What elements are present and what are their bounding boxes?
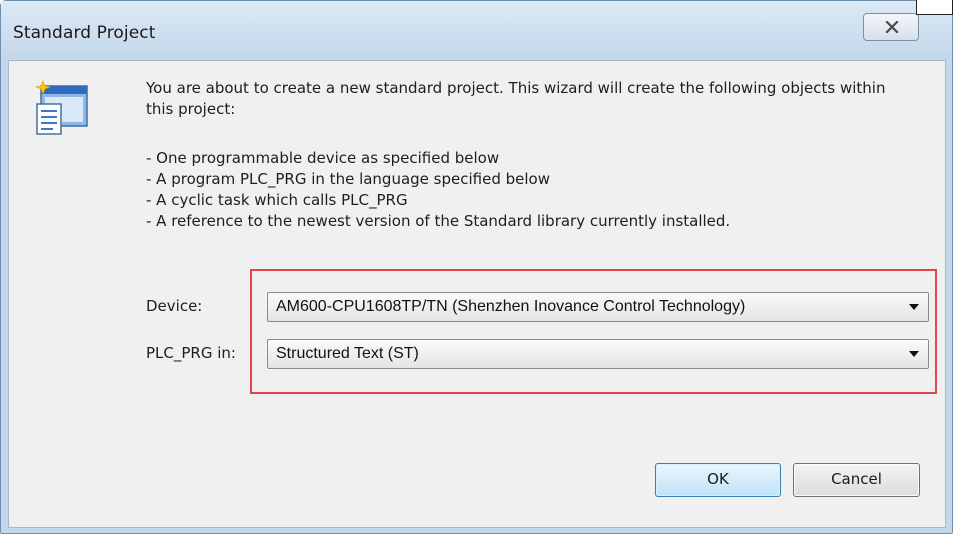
list-item: - A reference to the newest version of t… bbox=[146, 212, 731, 230]
dropdown-arrow-icon[interactable] bbox=[909, 304, 919, 310]
list-item: - One programmable device as specified b… bbox=[146, 149, 500, 167]
wizard-description: You are about to create a new standard p… bbox=[146, 79, 886, 118]
plc-prg-language-select[interactable]: Structured Text (ST) bbox=[267, 339, 929, 369]
list-item: - A program PLC_PRG in the language spec… bbox=[146, 170, 550, 188]
ok-button[interactable]: OK bbox=[655, 463, 781, 497]
plc-prg-language-value: Structured Text (ST) bbox=[276, 345, 419, 362]
corner-frame bbox=[916, 0, 953, 15]
dialog-body: You are about to create a new standard p… bbox=[8, 60, 946, 528]
device-label: Device: bbox=[146, 297, 203, 315]
close-button[interactable] bbox=[863, 13, 919, 41]
device-value: AM600-CPU1608TP/TN (Shenzhen Inovance Co… bbox=[276, 298, 746, 315]
title-bar[interactable]: Standard Project bbox=[1, 1, 952, 61]
highlight-box bbox=[250, 269, 937, 394]
plc-prg-label: PLC_PRG in: bbox=[146, 344, 236, 362]
wizard-document-icon bbox=[35, 80, 88, 135]
dialog-title: Standard Project bbox=[13, 23, 156, 43]
cancel-button[interactable]: Cancel bbox=[793, 463, 920, 497]
standard-project-dialog: Standard Project You are about to create… bbox=[0, 0, 953, 534]
close-x-icon bbox=[885, 21, 899, 33]
dropdown-arrow-icon[interactable] bbox=[909, 351, 919, 357]
objects-list: - One programmable device as specified b… bbox=[146, 148, 906, 232]
device-select[interactable]: AM600-CPU1608TP/TN (Shenzhen Inovance Co… bbox=[267, 292, 929, 322]
list-item: - A cyclic task which calls PLC_PRG bbox=[146, 191, 408, 209]
